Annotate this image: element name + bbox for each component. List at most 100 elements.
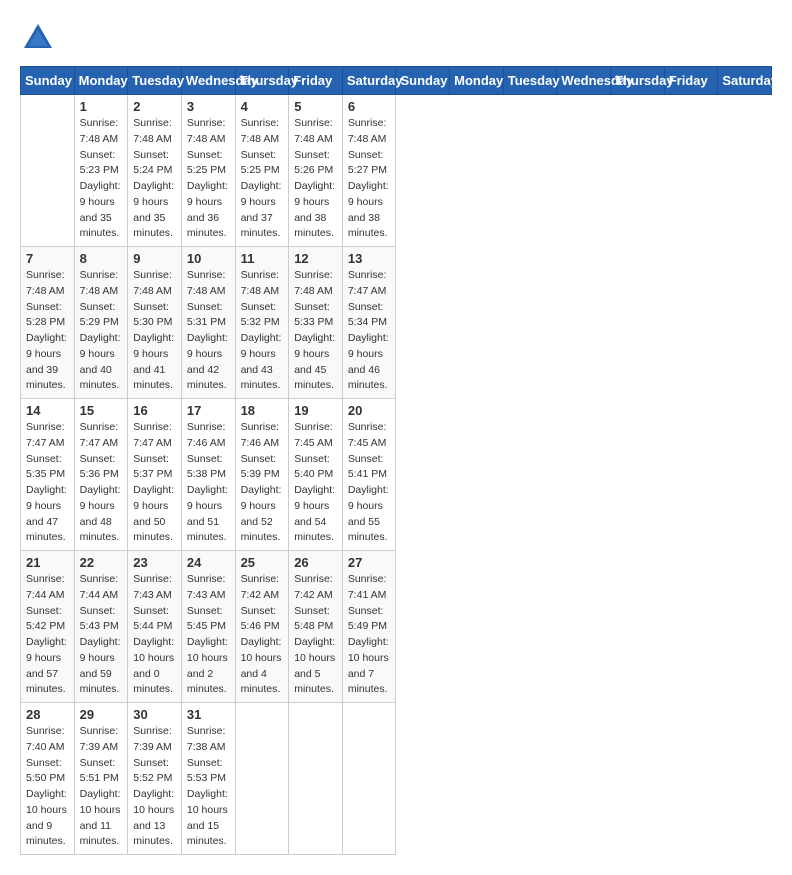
day-info: Sunrise: 7:48 AM Sunset: 5:27 PM Dayligh… — [348, 116, 391, 242]
calendar-cell: 16Sunrise: 7:47 AM Sunset: 5:37 PM Dayli… — [128, 399, 182, 551]
calendar-cell: 28 Sunrise: 7:40 AM Sunset: 5:50 PM Dayli… — [21, 703, 75, 855]
calendar-cell: 20 Sunrise: 7:45 AM Sunset: 5:41 PM Dayli… — [342, 399, 396, 551]
day-number: 4 — [241, 99, 284, 114]
day-number: 12 — [294, 251, 337, 266]
calendar-cell: 15 Sunrise: 7:47 AM Sunset: 5:36 PM Dayli… — [74, 399, 128, 551]
column-header-wednesday: Wednesday — [557, 67, 611, 95]
calendar-cell: 2 Sunrise: 7:48 AM Sunset: 5:24 PM Daylig… — [128, 95, 182, 247]
day-number: 31 — [187, 707, 230, 722]
day-info: Sunrise: 7:44 AM Sunset: 5:43 PM Dayligh… — [80, 572, 123, 698]
day-number: 23 — [133, 555, 176, 570]
day-info: Sunrise: 7:48 AM Sunset: 5:33 PM Dayligh… — [294, 268, 337, 394]
day-number: 18 — [241, 403, 284, 418]
week-row-3: 14Sunrise: 7:47 AM Sunset: 5:35 PM Dayli… — [21, 399, 772, 551]
day-info: Sunrise: 7:43 AM Sunset: 5:44 PM Dayligh… — [133, 572, 176, 698]
calendar-cell: 31 Sunrise: 7:38 AM Sunset: 5:53 PM Dayli… — [181, 703, 235, 855]
column-header-friday: Friday — [289, 67, 343, 95]
day-number: 5 — [294, 99, 337, 114]
day-info: Sunrise: 7:45 AM Sunset: 5:41 PM Dayligh… — [348, 420, 391, 546]
day-number: 14 — [26, 403, 69, 418]
column-header-wednesday: Wednesday — [181, 67, 235, 95]
day-number: 25 — [241, 555, 284, 570]
calendar-cell: 30 Sunrise: 7:39 AM Sunset: 5:52 PM Dayli… — [128, 703, 182, 855]
logo — [20, 20, 60, 56]
calendar-cell — [21, 95, 75, 247]
day-info: Sunrise: 7:44 AM Sunset: 5:42 PM Dayligh… — [26, 572, 69, 698]
day-info: Sunrise: 7:48 AM Sunset: 5:29 PM Dayligh… — [80, 268, 123, 394]
calendar-cell: 4 Sunrise: 7:48 AM Sunset: 5:25 PM Daylig… — [235, 95, 289, 247]
day-number: 19 — [294, 403, 337, 418]
day-number: 1 — [80, 99, 123, 114]
calendar-cell: 9 Sunrise: 7:48 AM Sunset: 5:30 PM Daylig… — [128, 247, 182, 399]
day-info: Sunrise: 7:39 AM Sunset: 5:51 PM Dayligh… — [80, 724, 123, 850]
day-number: 6 — [348, 99, 391, 114]
day-info: Sunrise: 7:39 AM Sunset: 5:52 PM Dayligh… — [133, 724, 176, 850]
day-number: 28 — [26, 707, 69, 722]
calendar-cell: 21 Sunrise: 7:44 AM Sunset: 5:42 PM Dayli… — [21, 551, 75, 703]
day-info: Sunrise: 7:47 AM Sunset: 5:37 PM Dayligh… — [133, 420, 176, 546]
calendar-cell: 27Sunrise: 7:41 AM Sunset: 5:49 PM Dayli… — [342, 551, 396, 703]
calendar-cell — [289, 703, 343, 855]
column-header-friday: Friday — [664, 67, 718, 95]
page-header — [20, 20, 772, 56]
header-row: SundayMondayTuesdayWednesdayThursdayFrid… — [21, 67, 772, 95]
day-info: Sunrise: 7:46 AM Sunset: 5:38 PM Dayligh… — [187, 420, 230, 546]
calendar-cell — [342, 703, 396, 855]
calendar-cell: 8Sunrise: 7:48 AM Sunset: 5:29 PM Daylig… — [74, 247, 128, 399]
day-number: 10 — [187, 251, 230, 266]
day-info: Sunrise: 7:38 AM Sunset: 5:53 PM Dayligh… — [187, 724, 230, 850]
calendar-cell: 13 Sunrise: 7:47 AM Sunset: 5:34 PM Dayli… — [342, 247, 396, 399]
calendar-cell: 3Sunrise: 7:48 AM Sunset: 5:25 PM Daylig… — [181, 95, 235, 247]
day-number: 15 — [80, 403, 123, 418]
day-info: Sunrise: 7:48 AM Sunset: 5:32 PM Dayligh… — [241, 268, 284, 394]
day-number: 9 — [133, 251, 176, 266]
column-header-sunday: Sunday — [21, 67, 75, 95]
column-header-sunday: Sunday — [396, 67, 450, 95]
calendar-cell: 23 Sunrise: 7:43 AM Sunset: 5:44 PM Dayli… — [128, 551, 182, 703]
week-row-5: 28 Sunrise: 7:40 AM Sunset: 5:50 PM Dayli… — [21, 703, 772, 855]
calendar-cell: 22Sunrise: 7:44 AM Sunset: 5:43 PM Dayli… — [74, 551, 128, 703]
calendar-cell: 29 Sunrise: 7:39 AM Sunset: 5:51 PM Dayli… — [74, 703, 128, 855]
column-header-thursday: Thursday — [235, 67, 289, 95]
day-info: Sunrise: 7:47 AM Sunset: 5:34 PM Dayligh… — [348, 268, 391, 394]
calendar-cell: 26Sunrise: 7:42 AM Sunset: 5:48 PM Dayli… — [289, 551, 343, 703]
day-info: Sunrise: 7:42 AM Sunset: 5:46 PM Dayligh… — [241, 572, 284, 698]
column-header-tuesday: Tuesday — [128, 67, 182, 95]
day-info: Sunrise: 7:48 AM Sunset: 5:31 PM Dayligh… — [187, 268, 230, 394]
day-info: Sunrise: 7:40 AM Sunset: 5:50 PM Dayligh… — [26, 724, 69, 850]
day-number: 30 — [133, 707, 176, 722]
week-row-4: 21 Sunrise: 7:44 AM Sunset: 5:42 PM Dayli… — [21, 551, 772, 703]
logo-icon — [20, 20, 56, 56]
calendar-cell: 11 Sunrise: 7:48 AM Sunset: 5:32 PM Dayli… — [235, 247, 289, 399]
day-number: 20 — [348, 403, 391, 418]
day-info: Sunrise: 7:46 AM Sunset: 5:39 PM Dayligh… — [241, 420, 284, 546]
day-number: 7 — [26, 251, 69, 266]
day-info: Sunrise: 7:48 AM Sunset: 5:30 PM Dayligh… — [133, 268, 176, 394]
day-number: 13 — [348, 251, 391, 266]
day-info: Sunrise: 7:48 AM Sunset: 5:25 PM Dayligh… — [241, 116, 284, 242]
calendar-cell: 25 Sunrise: 7:42 AM Sunset: 5:46 PM Dayli… — [235, 551, 289, 703]
day-number: 17 — [187, 403, 230, 418]
column-header-monday: Monday — [450, 67, 504, 95]
column-header-saturday: Saturday — [718, 67, 772, 95]
column-header-tuesday: Tuesday — [503, 67, 557, 95]
day-info: Sunrise: 7:48 AM Sunset: 5:24 PM Dayligh… — [133, 116, 176, 242]
day-number: 21 — [26, 555, 69, 570]
calendar-cell: 18 Sunrise: 7:46 AM Sunset: 5:39 PM Dayli… — [235, 399, 289, 551]
day-number: 11 — [241, 251, 284, 266]
day-number: 26 — [294, 555, 337, 570]
day-number: 3 — [187, 99, 230, 114]
day-number: 2 — [133, 99, 176, 114]
calendar-table: SundayMondayTuesdayWednesdayThursdayFrid… — [20, 66, 772, 855]
calendar-cell: 1 Sunrise: 7:48 AM Sunset: 5:23 PM Daylig… — [74, 95, 128, 247]
day-number: 29 — [80, 707, 123, 722]
calendar-cell: 12 Sunrise: 7:48 AM Sunset: 5:33 PM Dayli… — [289, 247, 343, 399]
column-header-thursday: Thursday — [611, 67, 665, 95]
day-info: Sunrise: 7:47 AM Sunset: 5:36 PM Dayligh… — [80, 420, 123, 546]
day-info: Sunrise: 7:48 AM Sunset: 5:23 PM Dayligh… — [80, 116, 123, 242]
day-info: Sunrise: 7:48 AM Sunset: 5:28 PM Dayligh… — [26, 268, 69, 394]
calendar-cell: 17 Sunrise: 7:46 AM Sunset: 5:38 PM Dayli… — [181, 399, 235, 551]
day-number: 24 — [187, 555, 230, 570]
calendar-cell: 7 Sunrise: 7:48 AM Sunset: 5:28 PM Daylig… — [21, 247, 75, 399]
day-info: Sunrise: 7:45 AM Sunset: 5:40 PM Dayligh… — [294, 420, 337, 546]
